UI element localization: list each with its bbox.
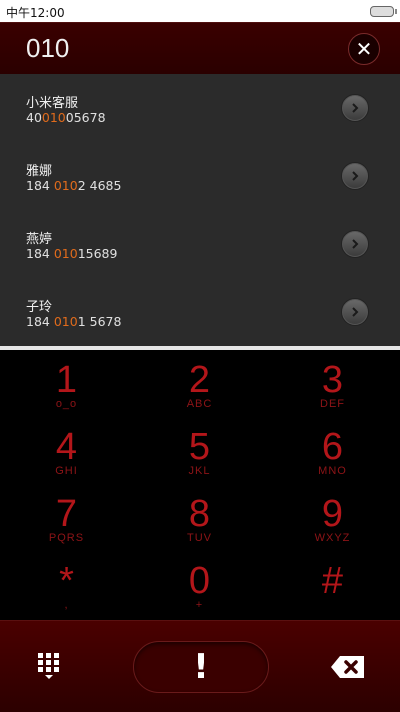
- key-digit: 9: [321, 493, 344, 535]
- phone-match: 010: [53, 314, 78, 329]
- key-digit: 0: [188, 560, 211, 602]
- contact-phone: 4001005678: [26, 110, 106, 125]
- dialed-number: 010: [26, 33, 70, 63]
- battery-icon: [370, 6, 397, 17]
- clear-button[interactable]: ✕: [348, 33, 380, 65]
- key-letters: GHI: [55, 465, 78, 477]
- contact-detail-button[interactable]: [341, 94, 369, 122]
- list-item[interactable]: 燕婷 184 01015689: [0, 210, 400, 278]
- key-3[interactable]: 3 DEF: [266, 350, 399, 418]
- key-hash[interactable]: #: [266, 551, 399, 619]
- contact-phone: 184 0102 4685: [26, 178, 121, 193]
- chevron-right-icon: [352, 239, 359, 249]
- contact-detail-button[interactable]: [341, 298, 369, 326]
- key-digit: 2: [188, 359, 211, 401]
- key-letters: DEF: [320, 398, 345, 410]
- phone-prefix: 184: [26, 178, 54, 193]
- chevron-right-icon: [352, 307, 359, 317]
- key-8[interactable]: 8 TUV: [133, 484, 266, 552]
- chevron-right-icon: [352, 103, 359, 113]
- call-button[interactable]: !: [133, 641, 269, 693]
- contact-match-list: 小米客服 4001005678 雅娜 184 0102 4685 燕婷 184 …: [0, 74, 400, 346]
- key-1[interactable]: 1 o_o: [0, 350, 133, 418]
- contact-name: 燕婷: [26, 232, 53, 247]
- key-6[interactable]: 6 MNO: [266, 417, 399, 485]
- key-digit: 7: [55, 493, 78, 535]
- phone-prefix: 40: [26, 110, 42, 125]
- list-item[interactable]: 子玲 184 0101 5678: [0, 278, 400, 346]
- phone-match: 010: [41, 110, 66, 125]
- backspace-button[interactable]: [330, 655, 366, 679]
- list-item[interactable]: 雅娜 184 0102 4685: [0, 142, 400, 210]
- phone-suffix: 1 5678: [77, 314, 122, 329]
- key-digit: 5: [188, 426, 211, 468]
- key-star[interactable]: * ,: [0, 551, 133, 619]
- phone-suffix: 2 4685: [77, 178, 122, 193]
- contact-name: 子玲: [26, 300, 53, 315]
- key-digit: 3: [321, 359, 344, 401]
- key-digit: 6: [321, 426, 344, 468]
- contact-detail-button[interactable]: [341, 230, 369, 258]
- phone-match: 010: [53, 178, 78, 193]
- key-digit: 8: [188, 493, 211, 535]
- contact-name: 雅娜: [26, 164, 53, 179]
- key-digit: #: [321, 560, 344, 602]
- list-item[interactable]: 小米客服 4001005678: [0, 74, 400, 142]
- bottom-action-bar: !: [0, 620, 400, 712]
- key-5[interactable]: 5 JKL: [133, 417, 266, 485]
- key-letters: WXYZ: [314, 532, 351, 544]
- key-9[interactable]: 9 WXYZ: [266, 484, 399, 552]
- contact-detail-button[interactable]: [341, 162, 369, 190]
- contact-phone: 184 0101 5678: [26, 314, 121, 329]
- status-time: 中午12:00: [6, 6, 65, 20]
- contact-name: 小米客服: [26, 96, 79, 111]
- status-bar: 中午12:00: [0, 0, 400, 22]
- key-letters: o_o: [55, 398, 78, 410]
- dial-keypad: 1 o_o 2 ABC 3 DEF 4 GHI 5 JKL 6 MNO 7 PQ…: [0, 350, 400, 620]
- dialpad-toggle-button[interactable]: [36, 651, 62, 681]
- key-7[interactable]: 7 PQRS: [0, 484, 133, 552]
- contact-phone: 184 01015689: [26, 246, 117, 261]
- dialed-number-header: 010 ✕: [0, 22, 400, 75]
- key-digit: *: [59, 560, 74, 602]
- phone-prefix: 184: [26, 314, 54, 329]
- phone-match: 010: [53, 246, 78, 261]
- call-label: !: [193, 647, 209, 687]
- key-letters: ,: [64, 599, 69, 611]
- key-digit: 4: [55, 426, 78, 468]
- key-letters: PQRS: [48, 532, 85, 544]
- key-letters: ABC: [186, 398, 213, 410]
- phone-suffix: 05678: [65, 110, 106, 125]
- key-letters: MNO: [318, 465, 347, 477]
- key-2[interactable]: 2 ABC: [133, 350, 266, 418]
- phone-prefix: 184: [26, 246, 54, 261]
- phone-suffix: 15689: [77, 246, 118, 261]
- key-digit: 1: [55, 359, 78, 401]
- key-letters: JKL: [188, 465, 211, 477]
- close-icon: ✕: [355, 37, 373, 61]
- backspace-icon: [331, 656, 364, 678]
- key-letters: TUV: [187, 532, 212, 544]
- dialpad-grid-icon: [38, 653, 59, 679]
- key-4[interactable]: 4 GHI: [0, 417, 133, 485]
- chevron-right-icon: [352, 171, 359, 181]
- key-letters: +: [195, 599, 204, 611]
- key-0[interactable]: 0 +: [133, 551, 266, 619]
